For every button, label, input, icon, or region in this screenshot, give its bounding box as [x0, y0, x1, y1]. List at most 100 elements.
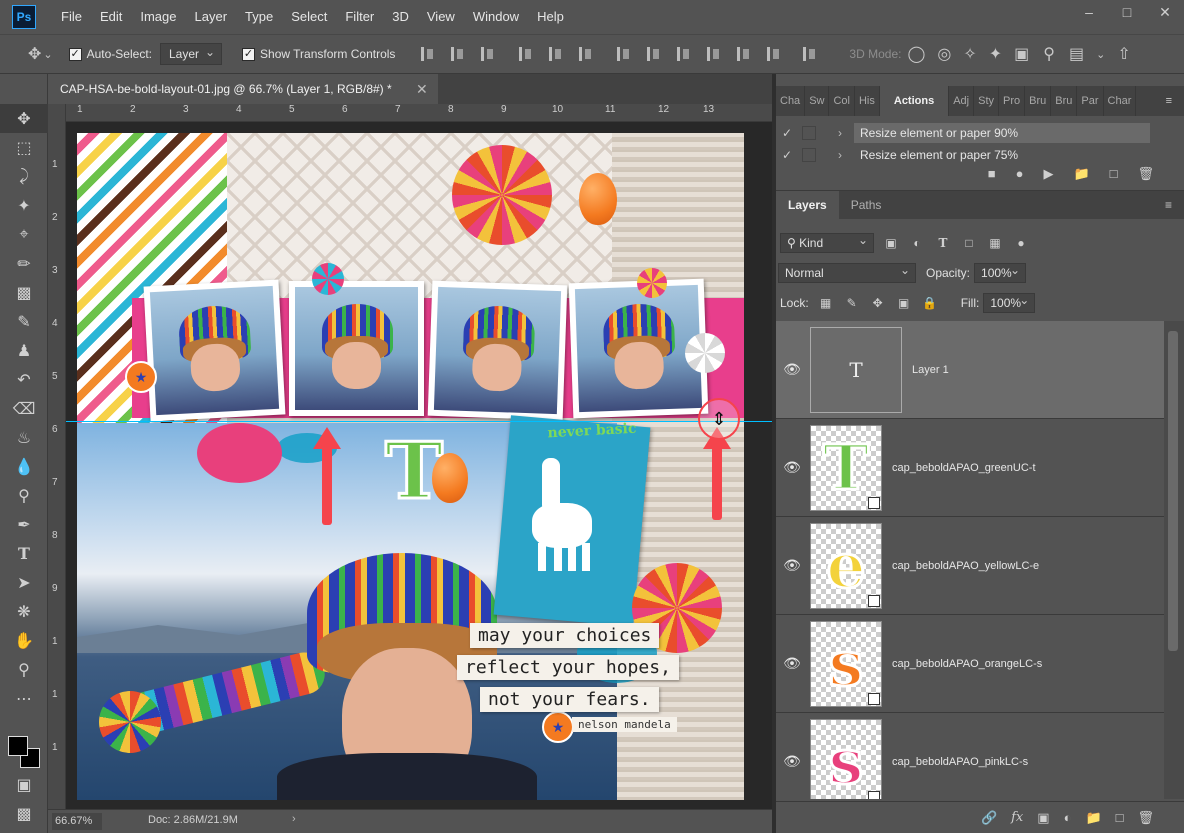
add-mask-icon[interactable]: ▣ [1037, 810, 1049, 826]
tab-character-styles[interactable]: Char [1104, 86, 1137, 116]
check-icon[interactable]: ✓ [776, 148, 798, 162]
hand-tool-icon[interactable]: ✋ [0, 626, 48, 655]
tab-character[interactable]: Cha [776, 86, 806, 116]
layer-style-icon[interactable]: fx [1011, 810, 1023, 825]
image-filter-icon[interactable]: ▣ [882, 236, 900, 250]
quick-mask-icon[interactable]: ▣ [0, 770, 48, 799]
tab-styles[interactable]: Sty [974, 86, 1000, 116]
chevron-right-icon[interactable]: › [292, 813, 296, 825]
panel-menu-icon[interactable]: ≡ [1154, 86, 1184, 116]
menu-filter[interactable]: Filter [336, 0, 383, 34]
distribute-bottom-icon[interactable] [673, 43, 695, 65]
menu-3d[interactable]: 3D [383, 0, 418, 34]
new-layer-icon[interactable]: □ [1116, 810, 1124, 825]
align-hcenter-icon[interactable] [545, 43, 567, 65]
distribute-hcenter-icon[interactable] [733, 43, 755, 65]
panel-menu-icon[interactable]: ≡ [1153, 191, 1184, 219]
chevron-down-icon[interactable]: ⌄ [1096, 48, 1105, 61]
eye-icon[interactable]: 👁 [776, 655, 808, 672]
3d-orbit-icon[interactable]: ◯ [907, 44, 925, 64]
tab-color[interactable]: Col [829, 86, 855, 116]
horizontal-ruler[interactable]: 1 2 3 4 5 6 7 8 9 10 11 12 13 [66, 104, 772, 122]
move-tool-icon[interactable]: ✥ [28, 44, 41, 64]
foreground-color-swatch[interactable] [8, 736, 28, 756]
layer-name[interactable]: Layer 1 [912, 364, 949, 376]
menu-type[interactable]: Type [236, 0, 282, 34]
lock-pixels-icon[interactable]: ✎ [843, 296, 861, 310]
horizontal-guide[interactable] [66, 421, 772, 422]
layer-name[interactable]: cap_beboldAPAO_greenUC-t [892, 462, 1036, 474]
tab-actions[interactable]: Actions [879, 86, 950, 116]
tab-layers[interactable]: Layers [776, 191, 839, 219]
crop-tool-icon[interactable]: ⌖ [0, 220, 48, 249]
eye-icon[interactable]: 👁 [776, 361, 808, 378]
canvas-area[interactable]: never basic T ★ ★ may your choices refle… [66, 122, 772, 809]
eyedropper-tool-icon[interactable]: ✏ [0, 249, 48, 278]
eraser-tool-icon[interactable]: ⌫ [0, 394, 48, 423]
magic-wand-tool-icon[interactable]: ✦ [0, 191, 48, 220]
trash-icon[interactable]: 🗑 [1137, 166, 1154, 182]
brush-tool-icon[interactable]: ✎ [0, 307, 48, 336]
shape-tool-icon[interactable]: ❋ [0, 597, 48, 626]
tab-brush-settings[interactable]: Bru [1051, 86, 1078, 116]
menu-view[interactable]: View [418, 0, 464, 34]
action-row[interactable]: ✓ › Resize element or paper 75% [776, 144, 1184, 166]
auto-select-target-dropdown[interactable]: Layer [160, 42, 223, 65]
document-canvas[interactable]: never basic T ★ ★ may your choices refle… [77, 133, 744, 800]
zoom-tool-icon[interactable]: ⚲ [0, 655, 48, 684]
trash-icon[interactable]: 🗑 [1137, 810, 1154, 826]
color-swatches[interactable] [8, 736, 42, 770]
align-vcenter-icon[interactable] [447, 43, 469, 65]
layer-name[interactable]: cap_beboldAPAO_pinkLC-s [892, 756, 1028, 768]
layer-name[interactable]: cap_beboldAPAO_orangeLC-s [892, 658, 1042, 670]
tab-brushes[interactable]: Bru [1025, 86, 1052, 116]
folder-icon[interactable]: 📁 [1073, 166, 1089, 182]
distribute-left-icon[interactable] [703, 43, 725, 65]
maximize-icon[interactable]: □ [1108, 0, 1146, 24]
dodge-tool-icon[interactable]: ⚲ [0, 481, 48, 510]
lock-all-icon[interactable]: 🔒 [921, 296, 939, 310]
document-info[interactable]: Doc: 2.86M/21.9M [148, 814, 238, 826]
auto-align-icon[interactable] [799, 43, 821, 65]
type-tool-icon[interactable]: T [0, 539, 48, 568]
history-brush-tool-icon[interactable]: ↶ [0, 365, 48, 394]
scrollbar-thumb[interactable] [1168, 331, 1178, 651]
dialog-toggle-box[interactable] [802, 148, 816, 162]
menu-edit[interactable]: Edit [91, 0, 131, 34]
workspace-icon[interactable]: ▤ [1069, 44, 1084, 64]
auto-select-checkbox[interactable]: ✓ Auto-Select: [68, 47, 152, 61]
menu-select[interactable]: Select [282, 0, 336, 34]
adjustment-layer-icon[interactable]: ◐ [1064, 810, 1072, 825]
lock-position-icon[interactable]: ✥ [869, 296, 887, 310]
clone-stamp-tool-icon[interactable]: ♟ [0, 336, 48, 365]
distribute-vcenter-icon[interactable] [643, 43, 665, 65]
screen-mode-icon[interactable]: ▩ [0, 799, 48, 828]
menu-window[interactable]: Window [464, 0, 528, 34]
3d-roll-icon[interactable]: ◎ [937, 44, 951, 64]
share-icon[interactable]: ⇧ [1117, 44, 1130, 64]
record-icon[interactable]: ● [1016, 166, 1024, 182]
healing-brush-tool-icon[interactable]: ▩ [0, 278, 48, 307]
menu-layer[interactable]: Layer [186, 0, 237, 34]
menu-file[interactable]: File [52, 0, 91, 34]
layer-row[interactable]: 👁 e cap_beboldAPAO_yellowLC-e [776, 517, 1164, 615]
link-layers-icon[interactable]: 🔗 [981, 810, 997, 826]
fill-field[interactable]: 100% [983, 291, 1036, 313]
align-left-icon[interactable] [515, 43, 537, 65]
tab-history[interactable]: His [855, 86, 880, 116]
check-icon[interactable]: ✓ [776, 126, 798, 140]
dialog-toggle-box[interactable] [802, 126, 816, 140]
show-transform-checkbox[interactable]: ✓ Show Transform Controls [242, 47, 395, 61]
filter-kind-dropdown[interactable]: ⚲ Kind [780, 231, 874, 253]
smart-object-filter-icon[interactable]: ▦ [986, 236, 1004, 250]
layer-row[interactable]: 👁 T Layer 1 [776, 321, 1164, 419]
pen-tool-icon[interactable]: ✒ [0, 510, 48, 539]
adjustment-filter-icon[interactable]: ◐ [908, 236, 926, 250]
lock-transparency-icon[interactable]: ▦ [817, 296, 835, 310]
eye-icon[interactable]: 👁 [776, 753, 808, 770]
eye-icon[interactable]: 👁 [776, 557, 808, 574]
layer-name[interactable]: cap_beboldAPAO_yellowLC-e [892, 560, 1039, 572]
lock-artboard-icon[interactable]: ▣ [895, 296, 913, 310]
more-tools-icon[interactable]: ⋯ [0, 684, 48, 713]
menu-image[interactable]: Image [131, 0, 185, 34]
